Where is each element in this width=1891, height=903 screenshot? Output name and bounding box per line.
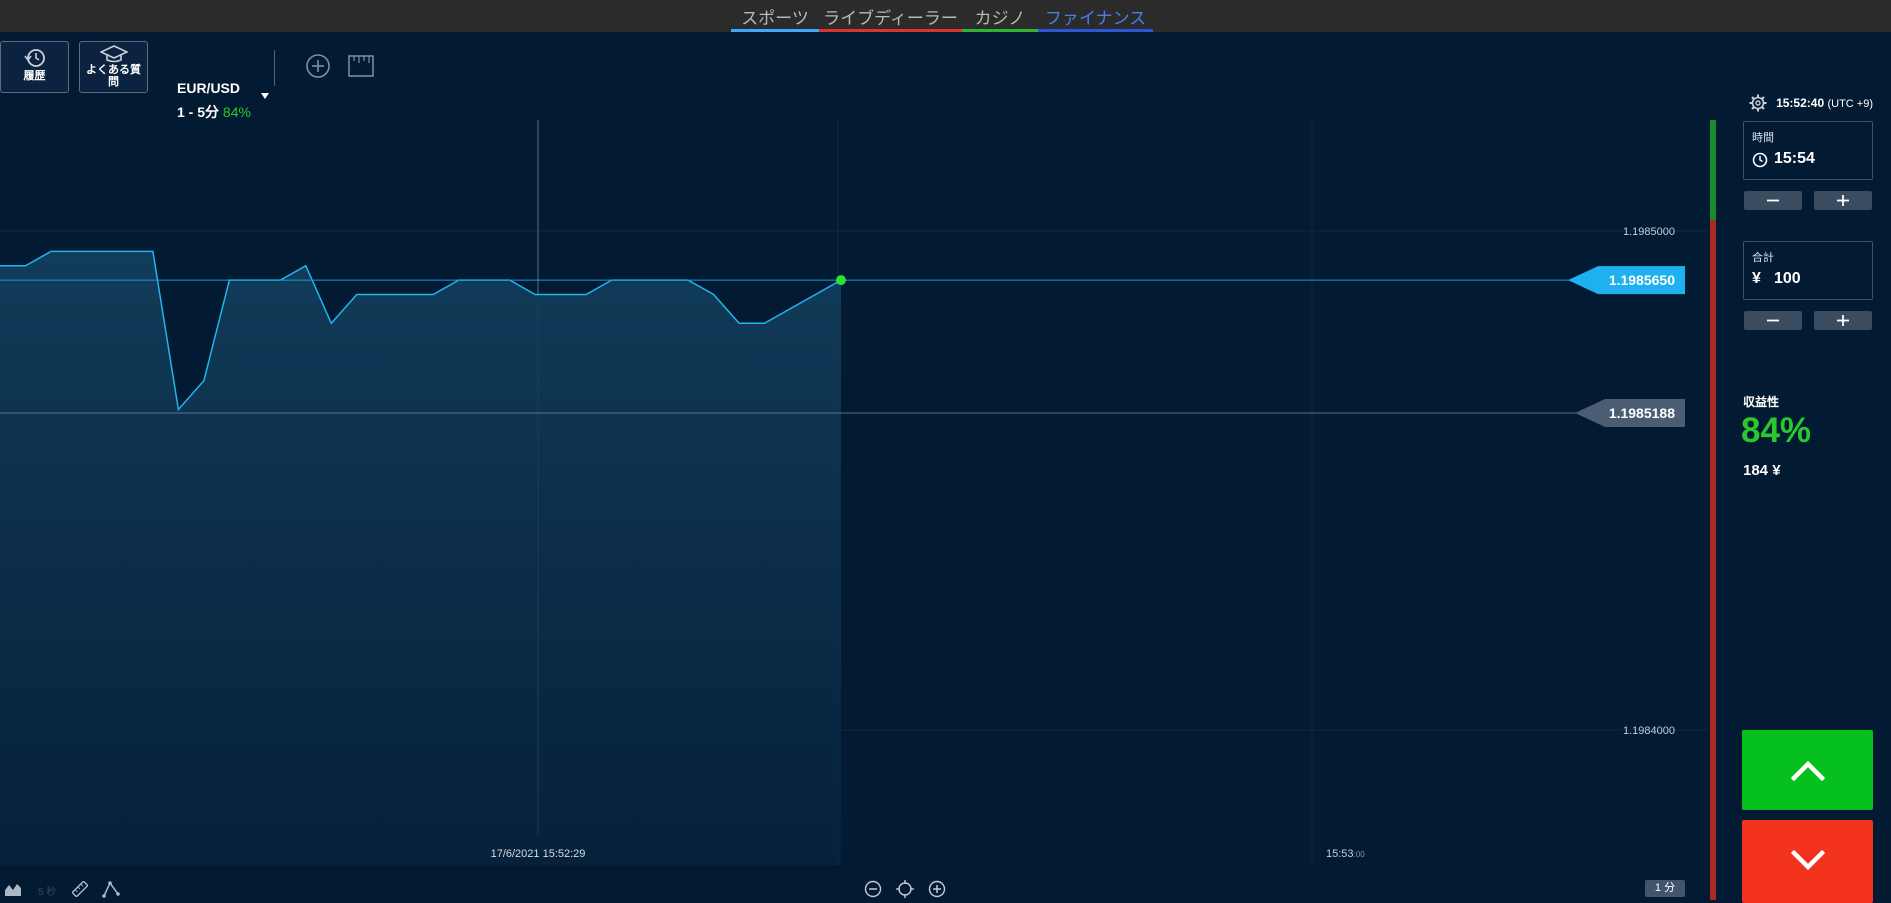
open-price-label: 1.1985188 xyxy=(1609,405,1675,421)
time-tick-sub: :00 xyxy=(1354,850,1366,859)
tab-live-dealer-label: ライブディーラー xyxy=(823,9,958,28)
current-price-tag: 1.1985650 xyxy=(1568,266,1685,295)
history-icon xyxy=(23,49,45,67)
profit-amount: 184 ¥ xyxy=(1743,462,1781,479)
price-chart[interactable]: 1.1985000 1.1984000 1.1985650 1.1985188 … xyxy=(0,32,1891,903)
add-circle-icon[interactable] xyxy=(305,53,331,79)
crosshair-time-label: 17/6/2021 15:52:29 xyxy=(491,848,586,860)
expiry-time-caption: 時間 xyxy=(1752,132,1774,144)
dropdown-caret-icon[interactable] xyxy=(260,92,270,100)
time-tick-label: 15:53:00 xyxy=(1326,848,1365,860)
amount-field[interactable]: 合計 ¥ 100 xyxy=(1743,241,1873,300)
amount-currency: ¥ xyxy=(1752,270,1761,287)
profit-percent: 84% xyxy=(1741,411,1812,450)
bottom-toolbar: 5 秒 1 分 xyxy=(0,875,1891,903)
expiry-time-field[interactable]: 時間 15:54 xyxy=(1743,121,1873,180)
server-clock: 15:52:40 (UTC +9) xyxy=(1776,96,1873,110)
minus-icon xyxy=(1767,199,1779,202)
amount-increase-button[interactable] xyxy=(1814,311,1872,330)
y-tick-label: 1.1985000 xyxy=(1623,226,1675,238)
zoom-in-icon[interactable] xyxy=(928,880,946,898)
top-nav: スポーツ ライブディーラー カジノ ファイナンス xyxy=(0,0,1891,33)
graduation-cap-icon xyxy=(99,45,128,63)
minus-icon xyxy=(1767,319,1779,322)
time-increase-button[interactable] xyxy=(1814,191,1872,210)
faq-label: よくある質問 xyxy=(86,64,141,88)
asset-payout: 84% xyxy=(222,104,251,120)
clock-timezone: (UTC +9) xyxy=(1827,98,1873,110)
amount-caption: 合計 xyxy=(1752,252,1774,264)
asset-expiry: 1 - 5分 xyxy=(177,104,220,120)
draw-tool-icon[interactable] xyxy=(102,880,120,898)
amount-value: 100 xyxy=(1774,270,1801,287)
asset-terms: 1 - 5分 84% xyxy=(177,102,251,122)
y-tick-label: 1.1984000 xyxy=(1623,725,1675,737)
profit-caption: 収益性 xyxy=(1743,395,1780,409)
call-up-button[interactable] xyxy=(1742,730,1873,810)
gear-icon[interactable] xyxy=(1749,94,1767,112)
tab-casino[interactable]: カジノ xyxy=(962,6,1038,32)
chevron-up-icon xyxy=(1790,760,1825,781)
expiry-time-value: 15:54 xyxy=(1774,150,1815,167)
plus-icon xyxy=(1837,315,1849,326)
down-volume-bar xyxy=(1710,220,1716,900)
history-label: 履歴 xyxy=(23,70,46,82)
chevron-down-icon xyxy=(1790,849,1825,871)
ruler-icon[interactable] xyxy=(348,55,374,77)
center-icon[interactable] xyxy=(896,880,914,898)
clock-time: 15:52:40 xyxy=(1776,96,1825,110)
open-price-tag: 1.1985188 xyxy=(1575,398,1685,427)
speed-label[interactable]: 5 秒 xyxy=(38,883,56,898)
price-area xyxy=(0,251,841,865)
interval-button[interactable]: 1 分 xyxy=(1645,880,1685,897)
tab-sports[interactable]: スポーツ xyxy=(731,6,819,32)
tab-finance-label: ファイナンス xyxy=(1044,9,1147,28)
area-chart-icon[interactable] xyxy=(4,881,22,897)
faq-button[interactable]: よくある質問 xyxy=(79,41,148,93)
tab-finance[interactable]: ファイナンス xyxy=(1038,6,1153,32)
tab-sports-label: スポーツ xyxy=(741,9,809,28)
clock-icon xyxy=(1752,152,1768,168)
trading-area: 1.1985000 1.1984000 1.1985650 1.1985188 … xyxy=(0,32,1891,903)
ruler-icon[interactable] xyxy=(72,881,88,897)
plus-icon xyxy=(1837,195,1849,206)
zoom-out-icon[interactable] xyxy=(864,880,882,898)
current-price-point xyxy=(836,275,846,286)
asset-name[interactable]: EUR/USD xyxy=(177,80,240,96)
time-decrease-button[interactable] xyxy=(1744,191,1802,210)
amount-decrease-button[interactable] xyxy=(1744,311,1802,330)
tab-casino-label: カジノ xyxy=(974,9,1026,28)
tab-live-dealer[interactable]: ライブディーラー xyxy=(819,6,962,32)
up-volume-bar xyxy=(1710,120,1716,220)
time-tick-main: 15:53 xyxy=(1326,848,1354,860)
toolbar-divider xyxy=(274,50,275,86)
history-button[interactable]: 履歴 xyxy=(0,41,69,93)
current-price-label: 1.1985650 xyxy=(1609,272,1675,288)
